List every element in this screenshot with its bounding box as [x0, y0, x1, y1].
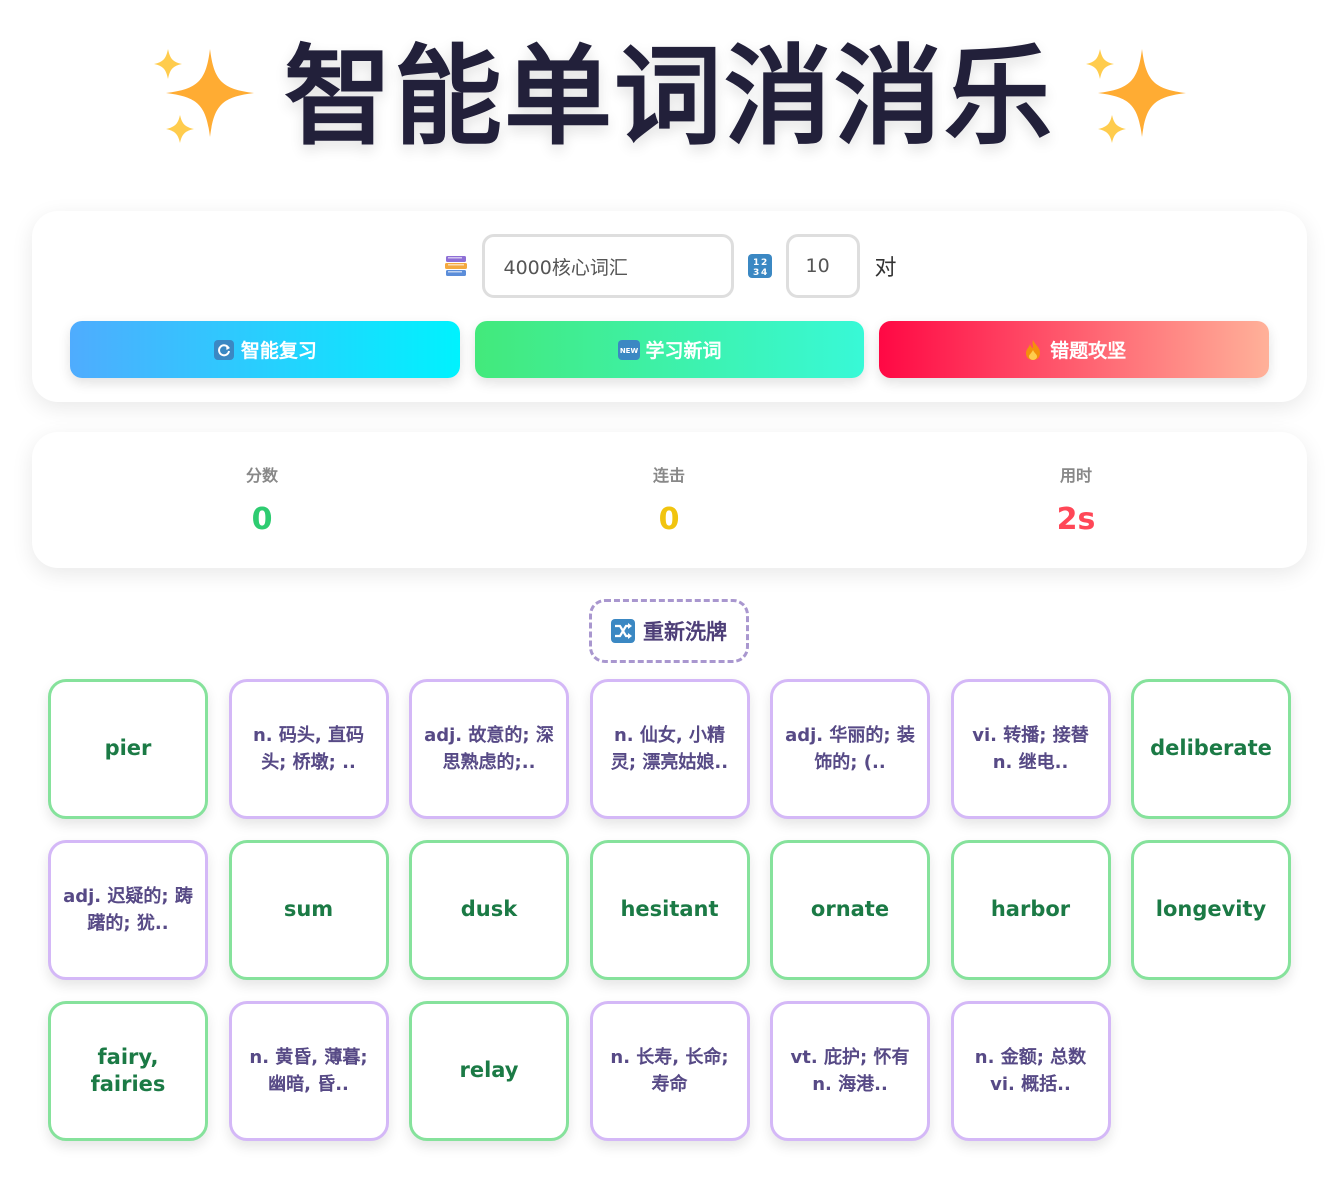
numbers-icon: 1 2 3 4 [746, 252, 774, 280]
learn-new-label: 学习新词 [645, 340, 722, 362]
word-card[interactable]: relay [409, 1001, 569, 1141]
meaning-card[interactable]: adj. 故意的; 深思熟虑的;.. [409, 679, 569, 819]
score-value: 0 [251, 502, 273, 537]
meaning-card[interactable]: n. 仙女, 小精灵; 漂亮姑娘.. [589, 679, 750, 819]
card-text: n. 金额; 总数 vi. 概括.. [974, 1047, 1087, 1095]
card-text: deliberate [1150, 736, 1272, 761]
fire-icon [1022, 339, 1044, 361]
card-text: longevity [1155, 897, 1267, 922]
meaning-card[interactable]: n. 码头, 直码头; 桥墩; .. [228, 679, 389, 819]
time-label: 用时 [1059, 466, 1092, 485]
time-value: 2s [1056, 502, 1096, 537]
mistake-attack-button[interactable]: 错题攻坚 [879, 321, 1270, 378]
header: 智能单词消消乐 [0, 28, 1338, 168]
svg-text:3: 3 [753, 268, 759, 278]
svg-text:4: 4 [761, 268, 767, 278]
card-grid: pier n. 码头, 直码头; 桥墩; .. adj. 故意的; 深思熟虑的;… [48, 679, 1293, 1141]
sparkles-icon [153, 49, 254, 143]
control-panel: 1 2 3 4 对 智能复习 NEW [32, 211, 1307, 402]
score-label: 分数 [245, 466, 278, 485]
refresh-icon [213, 339, 235, 361]
score-stat: 分数 0 [162, 462, 362, 537]
word-card[interactable]: ornate [770, 840, 930, 980]
card-text: vi. 转播; 接替 n. 继电.. [972, 725, 1089, 773]
pair-count-input[interactable] [786, 234, 861, 298]
card-text: n. 长寿, 长命; 寿命 [610, 1047, 729, 1095]
card-text: n. 码头, 直码头; 桥墩; .. [252, 725, 365, 773]
svg-text:2: 2 [761, 258, 767, 268]
meaning-card[interactable]: adj. 华丽的; 装饰的; (.. [770, 679, 930, 819]
card-text: sum [283, 897, 334, 922]
smart-review-label: 智能复习 [240, 340, 317, 362]
card-text: n. 黄昏, 薄暮; 幽暗, 昏.. [249, 1047, 368, 1095]
card-text: fairy, fairies [90, 1044, 166, 1096]
card-text: dusk [460, 897, 518, 922]
combo-label: 连击 [652, 466, 685, 485]
pair-unit-label: 对 [874, 256, 897, 281]
word-card[interactable]: fairy, fairies [48, 1001, 208, 1141]
svg-text:1: 1 [753, 258, 759, 268]
card-text: adj. 故意的; 深思熟虑的;.. [424, 725, 554, 773]
card-text: relay [459, 1058, 519, 1083]
meaning-card[interactable]: n. 金额; 总数 vi. 概括.. [950, 1001, 1111, 1141]
word-card[interactable]: pier [48, 679, 208, 819]
vocab-select[interactable] [482, 234, 735, 298]
card-text: harbor [990, 897, 1071, 922]
stats-panel: 分数 0 连击 0 用时 2s [32, 432, 1307, 568]
meaning-card[interactable]: adj. 迟疑的; 踌躇的; 犹.. [48, 840, 208, 980]
card-text: ornate [810, 897, 890, 922]
new-icon: NEW [617, 339, 640, 361]
combo-value: 0 [658, 502, 680, 537]
shuffle-icon [611, 619, 635, 643]
combo-stat: 连击 0 [569, 462, 769, 537]
word-card[interactable]: hesitant [589, 840, 750, 980]
card-text: vt. 庇护; 怀有 n. 海港.. [790, 1047, 910, 1095]
shuffle-button[interactable]: 重新洗牌 [589, 599, 749, 663]
mode-buttons: 智能复习 NEW 学习新词 错题攻坚 [70, 321, 1270, 378]
card-text: pier [104, 736, 152, 761]
smart-review-button[interactable]: 智能复习 [70, 321, 460, 378]
word-card[interactable]: dusk [409, 840, 569, 980]
meaning-card[interactable]: vt. 庇护; 怀有 n. 海港.. [770, 1001, 930, 1141]
mistake-attack-label: 错题攻坚 [1050, 340, 1127, 362]
page-title: 智能单词消消乐 [283, 35, 1054, 160]
settings-row: 1 2 3 4 对 [32, 234, 1307, 298]
word-card[interactable]: longevity [1131, 840, 1291, 980]
sparkles-icon [1086, 49, 1186, 143]
card-text: n. 仙女, 小精灵; 漂亮姑娘.. [610, 725, 729, 773]
learn-new-button[interactable]: NEW 学习新词 [474, 321, 865, 378]
card-text: adj. 华丽的; 装饰的; (.. [785, 725, 915, 773]
time-stat: 用时 2s [976, 462, 1176, 537]
meaning-card[interactable]: n. 长寿, 长命; 寿命 [589, 1001, 750, 1141]
word-card[interactable]: harbor [950, 840, 1111, 980]
books-icon [442, 252, 470, 280]
word-card[interactable]: sum [228, 840, 389, 980]
word-card[interactable]: deliberate [1131, 679, 1291, 819]
svg-text:NEW: NEW [619, 347, 638, 355]
meaning-card[interactable]: vi. 转播; 接替 n. 继电.. [950, 679, 1111, 819]
meaning-card[interactable]: n. 黄昏, 薄暮; 幽暗, 昏.. [228, 1001, 389, 1141]
shuffle-label: 重新洗牌 [643, 620, 727, 644]
card-text: hesitant [620, 897, 719, 922]
card-text: adj. 迟疑的; 踌躇的; 犹.. [63, 886, 193, 934]
